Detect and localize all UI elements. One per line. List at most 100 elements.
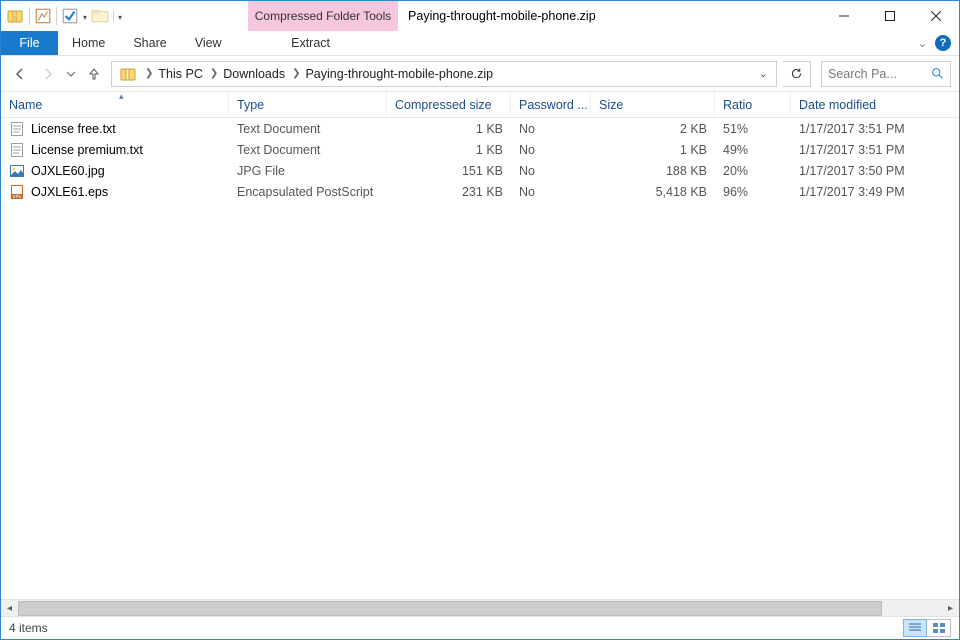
window-title-text: Paying-throught-mobile-phone.zip xyxy=(408,9,596,23)
back-button[interactable] xyxy=(9,63,31,85)
scroll-right-button[interactable]: ▸ xyxy=(942,600,959,617)
file-compressed-size: 1 KB xyxy=(387,143,511,157)
chevron-right-icon[interactable]: ❯ xyxy=(289,68,301,79)
search-icon xyxy=(931,67,944,80)
minimize-button[interactable] xyxy=(821,1,867,31)
address-zip-icon xyxy=(118,64,138,84)
col-label: Name xyxy=(9,98,42,112)
tab-file[interactable]: File xyxy=(1,31,58,55)
title-bar: ▾ ▾ Compressed Folder Tools Paying-throu… xyxy=(1,1,959,31)
file-name: OJXLE61.eps xyxy=(31,185,108,199)
qat-separator xyxy=(56,7,57,25)
col-label: Size xyxy=(599,98,623,112)
search-box[interactable]: Search Pa... xyxy=(821,61,951,87)
sort-asc-icon: ▴ xyxy=(119,92,124,102)
file-compressed-size: 1 KB xyxy=(387,122,511,136)
column-headers: Name ▴ Type Compressed size Password ...… xyxy=(1,92,959,118)
tab-view[interactable]: View xyxy=(181,31,236,55)
col-label: Compressed size xyxy=(395,98,492,112)
breadcrumb-current[interactable]: Paying-throught-mobile-phone.zip xyxy=(301,67,497,81)
file-icon xyxy=(9,163,25,179)
table-row[interactable]: License free.txtText Document1 KBNo2 KB5… xyxy=(1,118,959,139)
recent-locations-dropdown[interactable] xyxy=(65,63,77,85)
breadcrumb-downloads[interactable]: Downloads xyxy=(219,67,289,81)
col-label: Ratio xyxy=(723,98,752,112)
up-button[interactable] xyxy=(83,63,105,85)
file-size: 1 KB xyxy=(591,143,715,157)
ribbon-context-tab[interactable]: Compressed Folder Tools xyxy=(248,1,398,31)
col-name[interactable]: Name ▴ xyxy=(1,92,229,117)
file-size: 2 KB xyxy=(591,122,715,136)
file-type: Text Document xyxy=(229,122,387,136)
col-size[interactable]: Size xyxy=(591,92,715,117)
file-type: Text Document xyxy=(229,143,387,157)
forward-button[interactable] xyxy=(37,63,59,85)
status-item-count: 4 items xyxy=(9,621,48,635)
horizontal-scrollbar[interactable]: ◂ ▸ xyxy=(1,599,959,616)
chevron-right-icon[interactable]: ❯ xyxy=(142,68,154,79)
file-password: No xyxy=(511,122,591,136)
col-label: Type xyxy=(237,98,264,112)
table-row[interactable]: EPSOJXLE61.epsEncapsulated PostScript231… xyxy=(1,181,959,202)
col-label: Password ... xyxy=(519,98,588,112)
file-ratio: 96% xyxy=(715,185,791,199)
col-compressed-size[interactable]: Compressed size xyxy=(387,92,511,117)
file-size: 188 KB xyxy=(591,164,715,178)
file-password: No xyxy=(511,143,591,157)
explorer-window: ▾ ▾ Compressed Folder Tools Paying-throu… xyxy=(0,0,960,640)
col-ratio[interactable]: Ratio xyxy=(715,92,791,117)
col-type[interactable]: Type xyxy=(229,92,387,117)
file-date: 1/17/2017 3:51 PM xyxy=(791,122,959,136)
tab-label: Extract xyxy=(291,36,330,50)
breadcrumb-this-pc[interactable]: This PC xyxy=(154,67,206,81)
ribbon-tabstrip: File Home Share View Extract ⌄ ? xyxy=(1,31,959,56)
scroll-left-button[interactable]: ◂ xyxy=(1,600,18,617)
chevron-right-icon[interactable]: ❯ xyxy=(207,68,219,79)
file-icon xyxy=(9,121,25,137)
address-dropdown[interactable]: ⌄ xyxy=(753,67,774,80)
file-date: 1/17/2017 3:50 PM xyxy=(791,164,959,178)
address-bar[interactable]: ❯ This PC ❯ Downloads ❯ Paying-throught-… xyxy=(111,61,777,87)
tab-label: View xyxy=(195,36,222,50)
col-password[interactable]: Password ... xyxy=(511,92,591,117)
search-placeholder: Search Pa... xyxy=(828,67,925,81)
details-view-button[interactable] xyxy=(903,619,927,637)
file-type: JPG File xyxy=(229,164,387,178)
help-icon[interactable]: ? xyxy=(935,35,951,51)
table-row[interactable]: OJXLE60.jpgJPG File151 KBNo188 KB20%1/17… xyxy=(1,160,959,181)
svg-text:EPS: EPS xyxy=(13,194,22,199)
tab-extract[interactable]: Extract xyxy=(236,31,386,55)
tab-label: Share xyxy=(133,36,166,50)
col-date[interactable]: Date modified xyxy=(791,92,959,117)
tab-share[interactable]: Share xyxy=(119,31,180,55)
file-password: No xyxy=(511,164,591,178)
table-row[interactable]: License premium.txtText Document1 KBNo1 … xyxy=(1,139,959,160)
close-button[interactable] xyxy=(913,1,959,31)
qat-newfolder-icon[interactable] xyxy=(91,7,109,25)
file-type: Encapsulated PostScript xyxy=(229,185,387,199)
ribbon-expand-icon[interactable]: ⌄ xyxy=(918,37,927,50)
tab-home[interactable]: Home xyxy=(58,31,119,55)
file-list: License free.txtText Document1 KBNo2 KB5… xyxy=(1,118,959,599)
qat-checkbox-icon[interactable] xyxy=(61,7,79,25)
quick-access-toolbar: ▾ ▾ xyxy=(1,1,128,31)
large-icons-view-button[interactable] xyxy=(927,619,951,637)
file-size: 5,418 KB xyxy=(591,185,715,199)
scroll-thumb[interactable] xyxy=(18,601,882,616)
refresh-button[interactable] xyxy=(783,61,811,87)
tab-label: Home xyxy=(72,36,105,50)
file-name: License premium.txt xyxy=(31,143,143,157)
scroll-track[interactable] xyxy=(18,600,942,617)
file-compressed-size: 151 KB xyxy=(387,164,511,178)
file-name: OJXLE60.jpg xyxy=(31,164,105,178)
qat-dropdown-icon[interactable]: ▾ xyxy=(81,11,89,22)
zip-folder-icon xyxy=(5,6,25,26)
col-label: Date modified xyxy=(799,98,876,112)
qat-properties-icon[interactable] xyxy=(34,7,52,25)
window-controls xyxy=(821,1,959,31)
view-switcher xyxy=(903,619,951,637)
maximize-button[interactable] xyxy=(867,1,913,31)
file-name: License free.txt xyxy=(31,122,116,136)
file-icon xyxy=(9,142,25,158)
qat-customize-dropdown-icon[interactable]: ▾ xyxy=(113,11,124,22)
